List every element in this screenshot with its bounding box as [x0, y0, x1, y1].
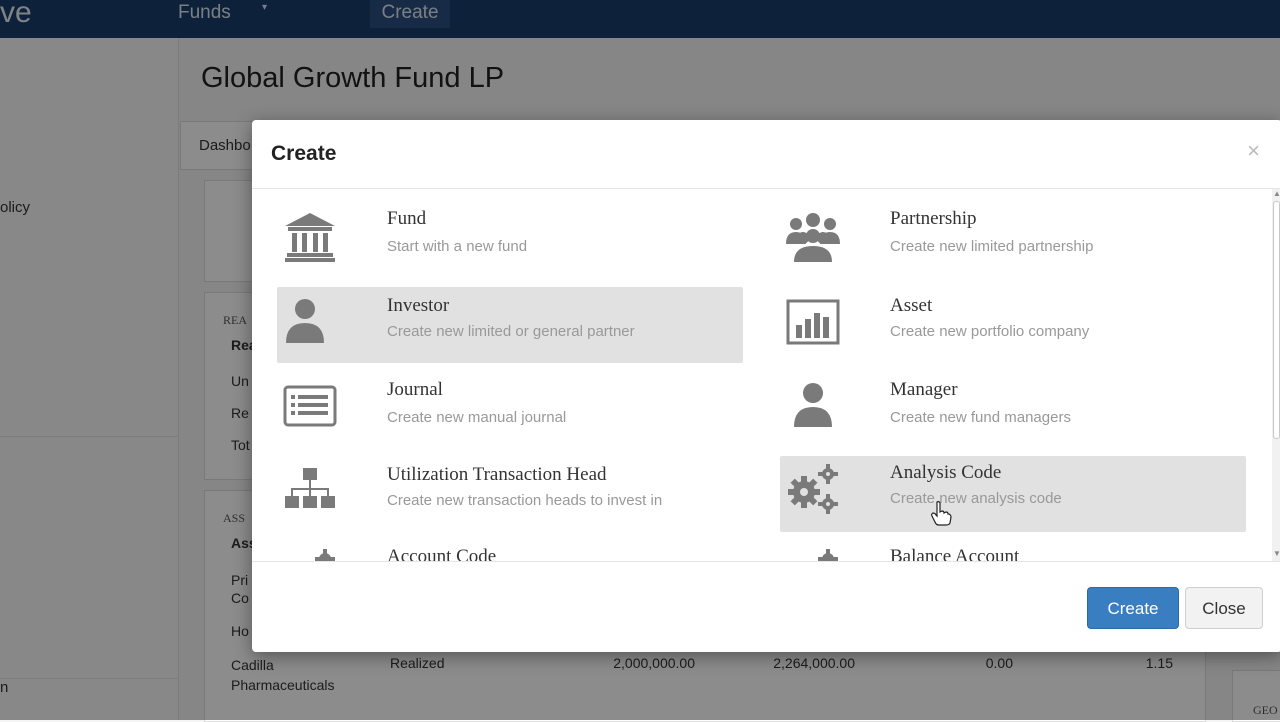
group-icon	[786, 213, 840, 262]
option-title: Journal	[387, 379, 443, 400]
create-option-analysis-code[interactable]: Analysis Code Create new analysis code	[780, 456, 1246, 532]
create-option-asset[interactable]: Asset Create new portfolio company	[780, 287, 1246, 363]
option-description: Start with a new fund	[387, 238, 528, 255]
create-option-utilization-transaction-head[interactable]: Utilization Transaction Head Create new …	[277, 456, 743, 532]
create-option-journal[interactable]: Journal Create new manual journal	[277, 373, 743, 449]
create-option-balance-account[interactable]: Balance Account	[780, 539, 1246, 561]
option-title: Asset	[890, 295, 933, 316]
scroll-up-arrow[interactable]: ▲	[1273, 189, 1280, 198]
bank-icon	[285, 213, 335, 262]
option-title: Manager	[890, 379, 958, 400]
option-title: Account Code	[387, 546, 497, 561]
option-description: Create new fund managers	[890, 409, 1071, 426]
create-option-partnership[interactable]: Partnership Create new limited partnersh…	[780, 198, 1246, 274]
option-title: Fund	[387, 208, 427, 229]
modal-body: Fund Start with a new fund Partnership C…	[252, 189, 1272, 561]
create-option-fund[interactable]: Fund Start with a new fund	[277, 198, 743, 274]
option-title: Partnership	[890, 208, 977, 229]
modal-footer: Create Close	[252, 561, 1280, 652]
option-description: Create new analysis code	[890, 490, 1062, 507]
create-option-account-code[interactable]: Account Code	[277, 539, 743, 561]
gears-icon	[315, 549, 335, 561]
user-icon	[794, 383, 832, 427]
create-modal: Create × Fund Start with a new fund Part…	[252, 120, 1280, 652]
option-title: Investor	[387, 295, 450, 316]
option-description: Create new limited partnership	[890, 238, 1094, 255]
option-description: Create new limited or general partner	[387, 323, 635, 340]
close-button[interactable]: Close	[1185, 587, 1263, 629]
user-icon	[286, 299, 324, 343]
gears-icon	[788, 464, 838, 514]
create-option-manager[interactable]: Manager Create new fund managers	[780, 373, 1246, 449]
gears-icon	[818, 549, 838, 561]
sitemap-icon	[285, 468, 335, 508]
option-description: Create new transaction heads to invest i…	[387, 492, 663, 509]
option-description: Create new manual journal	[387, 409, 567, 426]
hand-cursor-icon	[931, 501, 952, 526]
scrollbar-thumb[interactable]	[1273, 201, 1280, 439]
modal-scrollbar[interactable]: ▲ ▼	[1272, 189, 1280, 561]
modal-title: Create	[271, 142, 337, 165]
create-option-investor[interactable]: Investor Create new limited or general p…	[277, 287, 743, 363]
option-title: Balance Account	[890, 546, 1020, 561]
scroll-down-arrow[interactable]: ▼	[1273, 549, 1280, 558]
list-icon	[283, 385, 337, 427]
bar-chart-icon	[786, 299, 840, 345]
close-icon[interactable]: ×	[1247, 138, 1260, 164]
create-button[interactable]: Create	[1087, 587, 1179, 629]
option-title: Analysis Code	[890, 462, 1002, 483]
option-description: Create new portfolio company	[890, 323, 1090, 340]
option-title: Utilization Transaction Head	[387, 464, 607, 485]
modal-header: Create ×	[252, 120, 1280, 189]
